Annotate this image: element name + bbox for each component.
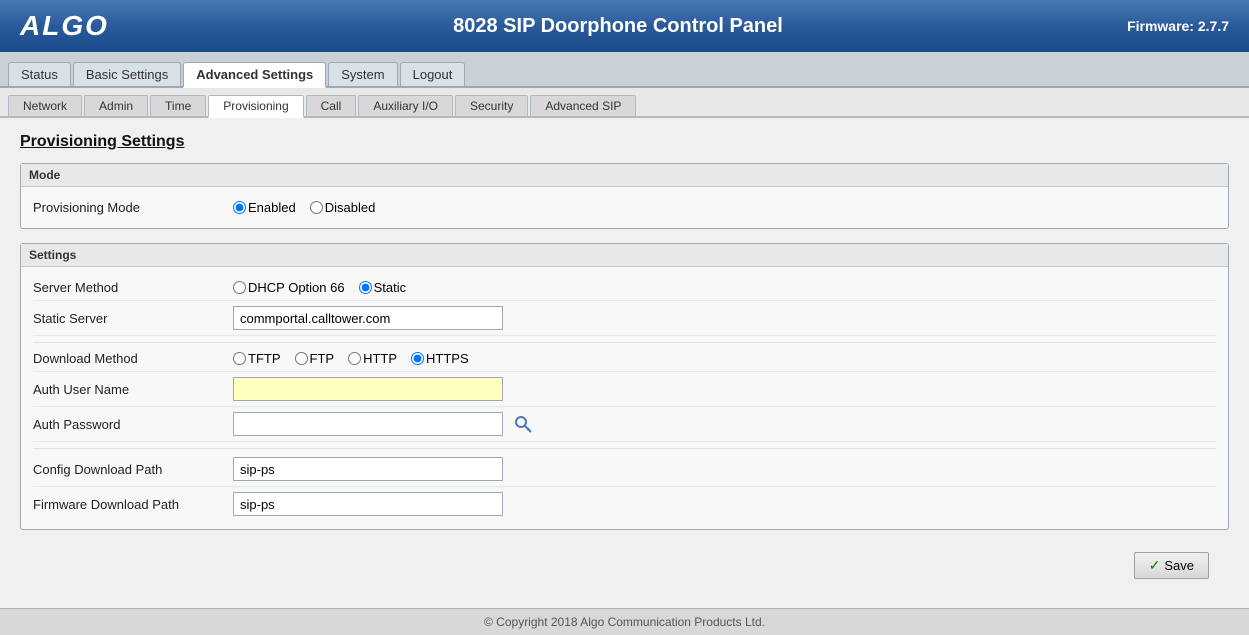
ftp-radio[interactable]: [295, 352, 308, 365]
tab-logout[interactable]: Logout: [400, 62, 466, 86]
subtab-call[interactable]: Call: [306, 95, 357, 116]
tab-advanced-settings[interactable]: Advanced Settings: [183, 62, 326, 88]
tab-system[interactable]: System: [328, 62, 397, 86]
auth-password-control: [233, 412, 1216, 436]
app-title: 8028 SIP Doorphone Control Panel: [453, 15, 783, 38]
settings-legend: Settings: [21, 244, 1228, 267]
auth-password-row: Auth Password: [33, 407, 1216, 442]
provisioning-mode-label: Provisioning Mode: [33, 200, 233, 215]
http-radio[interactable]: [348, 352, 361, 365]
firmware-download-control: [233, 492, 1216, 516]
copyright-text: © Copyright 2018 Algo Communication Prod…: [484, 615, 765, 629]
static-server-label: Static Server: [33, 311, 233, 326]
tab-status[interactable]: Status: [8, 62, 71, 86]
download-method-control: TFTP FTP HTTP HTTPS: [233, 351, 1216, 366]
save-button[interactable]: ✓ Save: [1134, 552, 1209, 579]
page-title: Provisioning Settings: [20, 133, 1229, 151]
config-download-control: [233, 457, 1216, 481]
tftp-radio-text: TFTP: [248, 351, 281, 366]
subtab-time[interactable]: Time: [150, 95, 206, 116]
provisioning-mode-row: Provisioning Mode Enabled Disabled: [33, 195, 1216, 220]
save-area: ✓ Save: [20, 544, 1229, 587]
firmware-download-row: Firmware Download Path: [33, 487, 1216, 521]
footer: © Copyright 2018 Algo Communication Prod…: [0, 608, 1249, 635]
provisioning-mode-control: Enabled Disabled: [233, 200, 1216, 215]
subtab-provisioning[interactable]: Provisioning: [208, 95, 303, 118]
disabled-radio[interactable]: [310, 201, 323, 214]
auth-username-input[interactable]: [233, 377, 503, 401]
server-method-control: DHCP Option 66 Static: [233, 280, 1216, 295]
ftp-radio-label[interactable]: FTP: [295, 351, 335, 366]
mode-body: Provisioning Mode Enabled Disabled: [21, 187, 1228, 228]
disabled-radio-text: Disabled: [325, 200, 376, 215]
static-server-input[interactable]: [233, 306, 503, 330]
static-server-control: [233, 306, 1216, 330]
subtab-auxiliary-io[interactable]: Auxiliary I/O: [358, 95, 453, 116]
main-content: Provisioning Settings Mode Provisioning …: [0, 118, 1249, 608]
dhcp-radio-label[interactable]: DHCP Option 66: [233, 280, 345, 295]
download-method-row: Download Method TFTP FTP HTT: [33, 342, 1216, 372]
mode-section: Mode Provisioning Mode Enabled Disabled: [20, 163, 1229, 229]
https-radio-label[interactable]: HTTPS: [411, 351, 469, 366]
dhcp-radio[interactable]: [233, 281, 246, 294]
http-radio-label[interactable]: HTTP: [348, 351, 397, 366]
tab-basic-settings[interactable]: Basic Settings: [73, 62, 181, 86]
disabled-radio-label[interactable]: Disabled: [310, 200, 376, 215]
auth-password-input[interactable]: [233, 412, 503, 436]
subtab-security[interactable]: Security: [455, 95, 528, 116]
provisioning-mode-radio-group: Enabled Disabled: [233, 200, 375, 215]
subtab-admin[interactable]: Admin: [84, 95, 148, 116]
sub-navigation: Network Admin Time Provisioning Call Aux…: [0, 88, 1249, 118]
top-navigation: Status Basic Settings Advanced Settings …: [0, 52, 1249, 88]
ftp-radio-text: FTP: [310, 351, 335, 366]
dhcp-radio-text: DHCP Option 66: [248, 280, 345, 295]
static-radio-text: Static: [374, 280, 407, 295]
mode-legend: Mode: [21, 164, 1228, 187]
key-icon[interactable]: [513, 414, 533, 434]
tftp-radio[interactable]: [233, 352, 246, 365]
server-method-label: Server Method: [33, 280, 233, 295]
enabled-radio-label[interactable]: Enabled: [233, 200, 296, 215]
static-radio[interactable]: [359, 281, 372, 294]
settings-body: Server Method DHCP Option 66 Static: [21, 267, 1228, 529]
https-radio-text: HTTPS: [426, 351, 469, 366]
auth-username-control: [233, 377, 1216, 401]
static-radio-label[interactable]: Static: [359, 280, 407, 295]
header: ALGO 8028 SIP Doorphone Control Panel Fi…: [0, 0, 1249, 52]
server-method-row: Server Method DHCP Option 66 Static: [33, 275, 1216, 301]
firmware-version: Firmware: 2.7.7: [1127, 18, 1229, 34]
settings-section: Settings Server Method DHCP Option 66 St…: [20, 243, 1229, 530]
download-method-radio-group: TFTP FTP HTTP HTTPS: [233, 351, 469, 366]
http-radio-text: HTTP: [363, 351, 397, 366]
tftp-radio-label[interactable]: TFTP: [233, 351, 281, 366]
firmware-download-label: Firmware Download Path: [33, 497, 233, 512]
subtab-advanced-sip[interactable]: Advanced SIP: [530, 95, 636, 116]
server-method-radio-group: DHCP Option 66 Static: [233, 280, 406, 295]
download-method-label: Download Method: [33, 351, 233, 366]
logo: ALGO: [20, 10, 109, 42]
enabled-radio-text: Enabled: [248, 200, 296, 215]
firmware-download-input[interactable]: [233, 492, 503, 516]
config-download-label: Config Download Path: [33, 462, 233, 477]
https-radio[interactable]: [411, 352, 424, 365]
auth-username-row: Auth User Name: [33, 372, 1216, 407]
enabled-radio[interactable]: [233, 201, 246, 214]
save-label: Save: [1164, 558, 1194, 573]
config-download-input[interactable]: [233, 457, 503, 481]
config-download-row: Config Download Path: [33, 448, 1216, 487]
subtab-network[interactable]: Network: [8, 95, 82, 116]
check-icon: ✓: [1149, 557, 1161, 574]
auth-password-label: Auth Password: [33, 417, 233, 432]
static-server-row: Static Server: [33, 301, 1216, 336]
auth-username-label: Auth User Name: [33, 382, 233, 397]
